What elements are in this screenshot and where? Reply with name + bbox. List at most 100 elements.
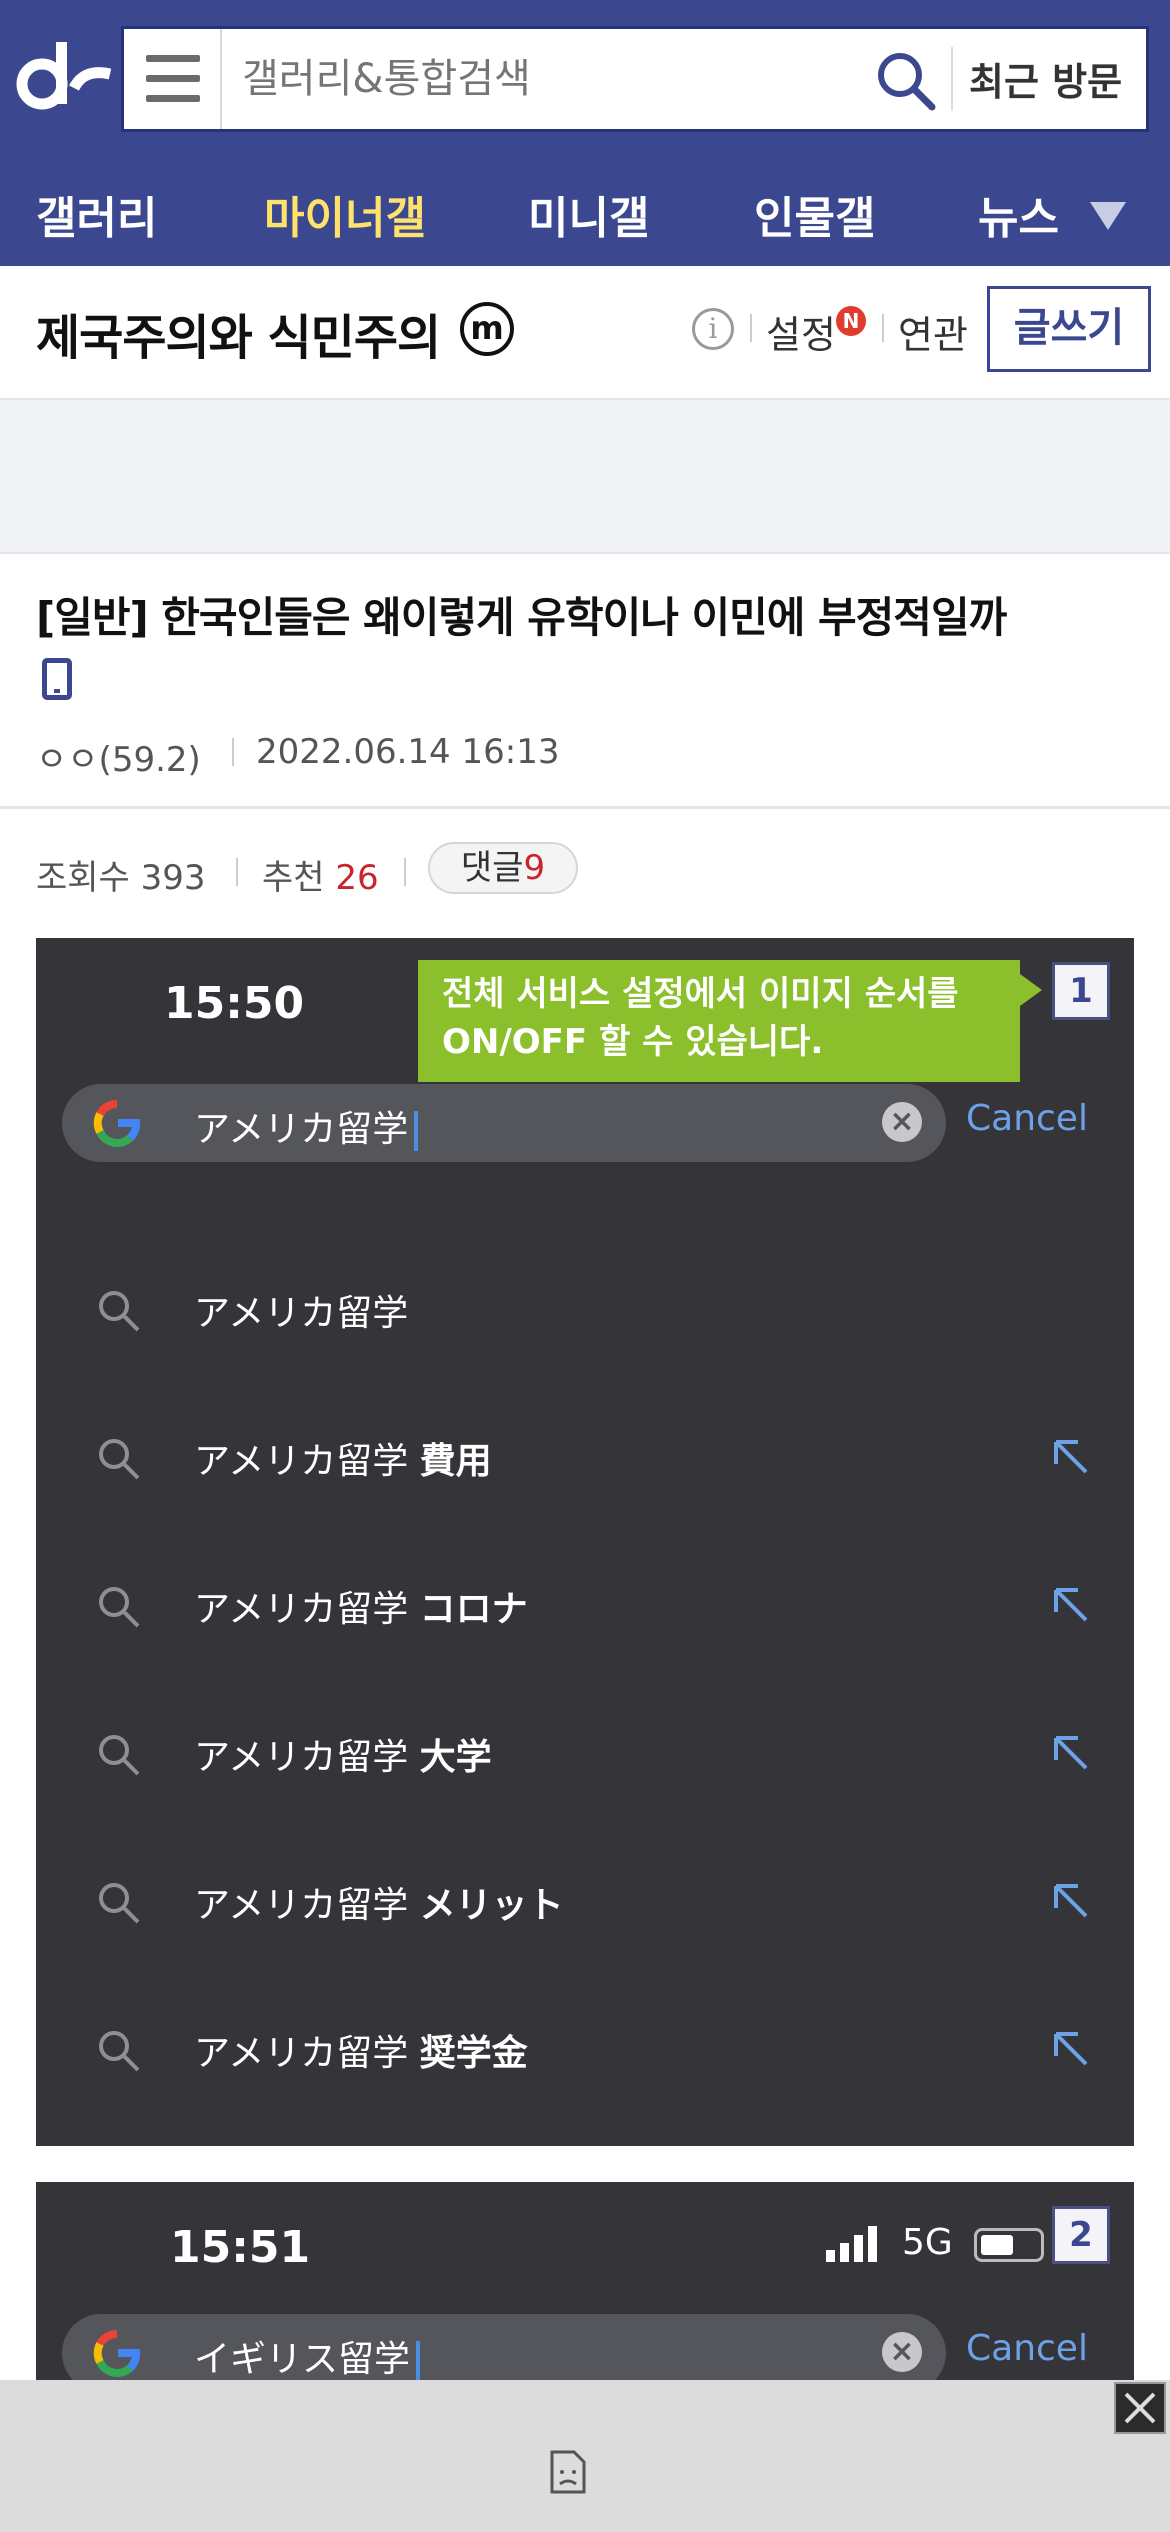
recommend-stat: 추천 26 [262, 850, 379, 899]
close-ad-button[interactable] [1114, 2382, 1166, 2434]
suggestion-prefix: アメリカ留学 [194, 1589, 420, 1630]
signal-icon [826, 2226, 877, 2262]
recommend-label: 추천 [262, 858, 325, 898]
suggestion-suffix: メリット [419, 1885, 564, 1926]
new-badge: N [836, 306, 866, 336]
search-icon [99, 1587, 140, 1628]
comment-button[interactable]: 댓글9 [428, 842, 578, 894]
search-icon [99, 1291, 140, 1332]
google-query: アメリカ留学 [194, 1100, 419, 1152]
broken-document-icon [550, 2450, 586, 2494]
battery-icon [974, 2228, 1044, 2262]
suggestion-row: アメリカ留学 費用 [36, 1414, 1134, 1504]
main-nav: 갤러리 마이너갤 미니갤 인물갤 뉴스 [0, 158, 1170, 266]
network-label: 5G [902, 2222, 953, 2263]
fill-query-arrow-icon [1054, 1884, 1088, 1918]
suggestion-row: アメリカ留学 奨学金 [36, 2006, 1134, 2096]
ad-banner [0, 398, 1170, 554]
dc-logo[interactable] [14, 38, 114, 118]
views-stat: 조회수 393 [36, 850, 206, 899]
search-icon [99, 2031, 140, 2072]
suggestion-text: アメリカ留学 [194, 1284, 408, 1336]
post-title: [일반] 한국인들은 왜이렇게 유학이나 이민에 부정적일까 [36, 593, 1007, 642]
google-icon [93, 2330, 140, 2377]
tooltip-line-1: 전체 서비스 설정에서 이미지 순서를 [442, 974, 959, 1014]
suggestion-prefix: アメリカ留学 [194, 1441, 420, 1482]
image-order-tooltip[interactable]: 전체 서비스 설정에서 이미지 순서를 ON/OFF 할 수 있습니다. [418, 960, 1042, 1082]
related-button[interactable]: 연관 [898, 304, 968, 359]
top-bar: 최근 방문 [0, 0, 1170, 158]
post-image-1[interactable]: 15:50 アメリカ留学 × Cancel アメリカ留学 アメリカ留学 費用 ア… [36, 938, 1134, 2146]
views-label: 조회수 [36, 858, 130, 898]
post-author[interactable]: ㅇㅇ(59.2) [36, 732, 201, 781]
suggestion-row: アメリカ留学 [36, 1266, 1134, 1356]
suggestion-suffix: 奨学金 [419, 2033, 528, 2074]
recommend-count: 26 [335, 858, 379, 898]
search-icon [99, 1439, 140, 1480]
suggestion-prefix: アメリカ留学 [194, 1737, 420, 1778]
google-query-text: イギリス留学 [194, 2339, 411, 2380]
nav-mini-gallery[interactable]: 미니갤 [528, 182, 649, 246]
suggestion-row: アメリカ留学 大学 [36, 1710, 1134, 1800]
minor-gallery-badge: m [460, 302, 514, 356]
google-query-text: アメリカ留学 [194, 1109, 409, 1150]
google-search-bar: アメリカ留学 × [62, 1084, 946, 1162]
cancel-label: Cancel [966, 2328, 1088, 2369]
suggestion-prefix: アメリカ留学 [194, 1293, 409, 1334]
search-icon[interactable] [874, 49, 938, 113]
divider [236, 858, 238, 886]
divider [951, 47, 953, 111]
clear-icon: × [882, 1102, 922, 1142]
suggestion-suffix: コロナ [419, 1589, 528, 1630]
nav-expand-icon[interactable] [1090, 202, 1126, 230]
setting-button[interactable]: 설정 [766, 304, 836, 359]
post-date: 2022.06.14 16:13 [256, 732, 560, 772]
suggestion-suffix: 大学 [419, 1737, 492, 1778]
info-icon[interactable]: i [692, 308, 734, 350]
divider [232, 738, 234, 766]
recent-visit-button[interactable]: 최근 방문 [969, 51, 1122, 106]
suggestion-text: アメリカ留学 コロナ [194, 1580, 528, 1632]
tooltip-line-2: ON/OFF 할 수 있습니다. [442, 1022, 824, 1062]
fill-query-arrow-icon [1054, 1736, 1088, 1770]
nav-minor-gallery[interactable]: 마이너갤 [264, 182, 426, 246]
divider [750, 314, 752, 342]
status-time: 15:51 [170, 2222, 311, 2273]
fill-query-arrow-icon [1054, 1588, 1088, 1622]
nav-person-gallery[interactable]: 인물갤 [754, 182, 875, 246]
fill-query-arrow-icon [1054, 1440, 1088, 1474]
close-icon [1124, 2392, 1156, 2424]
suggestion-suffix: 費用 [419, 1441, 492, 1482]
image-number-badge: 1 [1052, 962, 1110, 1020]
suggestion-prefix: アメリカ留学 [194, 2033, 420, 2074]
views-count: 393 [140, 858, 206, 898]
write-button[interactable]: 글쓰기 [987, 286, 1151, 372]
status-time: 15:50 [164, 978, 305, 1029]
clear-icon: × [882, 2332, 922, 2372]
divider [404, 858, 406, 886]
comment-count: 9 [523, 848, 546, 888]
mobile-icon [42, 658, 72, 700]
google-query: イギリス留学 [194, 2330, 421, 2382]
suggestion-prefix: アメリカ留学 [194, 1885, 420, 1926]
divider [882, 314, 884, 342]
divider [0, 806, 1170, 809]
suggestion-row: アメリカ留学 メリット [36, 1858, 1134, 1948]
menu-button[interactable] [124, 29, 222, 129]
suggestion-text: アメリカ留学 メリット [194, 1876, 564, 1928]
suggestion-text: アメリカ留学 奨学金 [194, 2024, 528, 2076]
suggestion-row: アメリカ留学 コロナ [36, 1562, 1134, 1652]
nav-news[interactable]: 뉴스 [978, 182, 1059, 246]
nav-gallery[interactable]: 갤러리 [36, 182, 157, 246]
cancel-label: Cancel [966, 1098, 1088, 1139]
search-icon [99, 1883, 140, 1924]
suggestion-text: アメリカ留学 大学 [194, 1728, 492, 1780]
google-icon [93, 1100, 140, 1147]
search-input[interactable] [242, 51, 862, 107]
gallery-title[interactable]: 제국주의와 식민주의 [36, 298, 441, 368]
search-icon [99, 1735, 140, 1776]
image-number-badge: 2 [1052, 2206, 1110, 2264]
comment-label: 댓글 [460, 848, 524, 888]
suggestion-text: アメリカ留学 費用 [194, 1432, 492, 1484]
search-box: 최근 방문 [121, 26, 1149, 132]
